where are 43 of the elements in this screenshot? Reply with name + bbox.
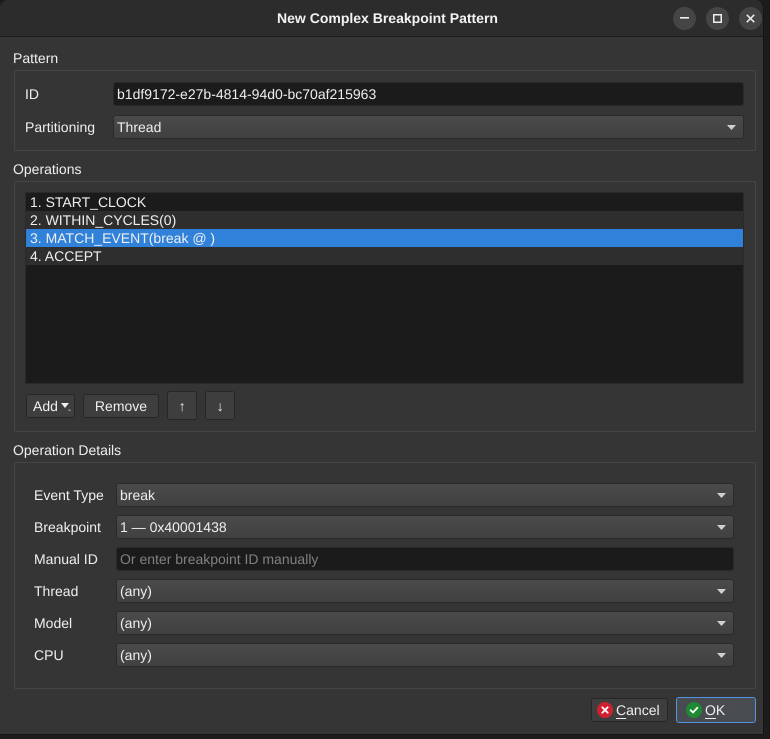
group-title: Pattern <box>13 50 60 66</box>
field-label: Manual ID <box>34 551 99 567</box>
cancel-button[interactable]: Cancel <box>591 698 668 722</box>
window-title: New Complex Breakpoint Pattern <box>276 10 498 26</box>
x-circle-icon <box>597 702 613 718</box>
group-title: Operation Details <box>13 442 122 458</box>
field-label: CPU <box>34 647 65 663</box>
add-button[interactable]: Add <box>26 394 75 418</box>
caret-down-icon <box>717 652 726 658</box>
list-item[interactable]: 2. WITHIN_CYCLES(0) <box>26 211 743 229</box>
list-item[interactable]: 4. ACCEPT <box>26 247 743 265</box>
input-field[interactable]: Or enter breakpoint ID manually <box>116 547 734 571</box>
field-label: Thread <box>34 583 80 599</box>
minimize-icon <box>680 17 689 19</box>
menu-caret-icon <box>60 400 71 411</box>
field-label: Event Type <box>34 487 105 503</box>
field-label: ID <box>25 86 40 102</box>
dropdown[interactable]: (any) <box>116 579 734 603</box>
dropdown[interactable]: (any) <box>116 643 734 667</box>
caret-down-icon <box>717 524 726 530</box>
remove-button[interactable]: Remove <box>82 394 160 418</box>
group-title: Operations <box>13 161 82 177</box>
check-circle-icon <box>686 702 702 718</box>
field-label: Breakpoint <box>34 519 102 535</box>
caret-down-icon <box>717 588 726 594</box>
minimize-button[interactable] <box>673 6 696 30</box>
ok-button[interactable]: OK <box>676 697 756 723</box>
close-button[interactable] <box>739 6 762 30</box>
field-label: Partitioning <box>25 119 96 135</box>
dropdown[interactable]: (any) <box>116 611 734 635</box>
maximize-button[interactable] <box>706 6 729 30</box>
caret-down-icon <box>717 620 726 626</box>
close-icon <box>746 14 755 22</box>
dropdown[interactable]: break <box>116 483 734 507</box>
maximize-icon <box>713 14 722 22</box>
dropdown[interactable]: 1 — 0x40001438 <box>116 515 734 539</box>
input-field[interactable]: b1df9172-e27b-4814-94d0-bc70af215963 <box>113 82 744 106</box>
caret-down-icon <box>717 492 726 498</box>
dropdown[interactable]: Thread <box>113 115 744 139</box>
field-label: Model <box>34 615 74 631</box>
caret-down-icon <box>727 124 736 130</box>
move-up-button[interactable]: ↑ <box>167 391 198 420</box>
move-down-button[interactable]: ↓ <box>205 391 236 420</box>
